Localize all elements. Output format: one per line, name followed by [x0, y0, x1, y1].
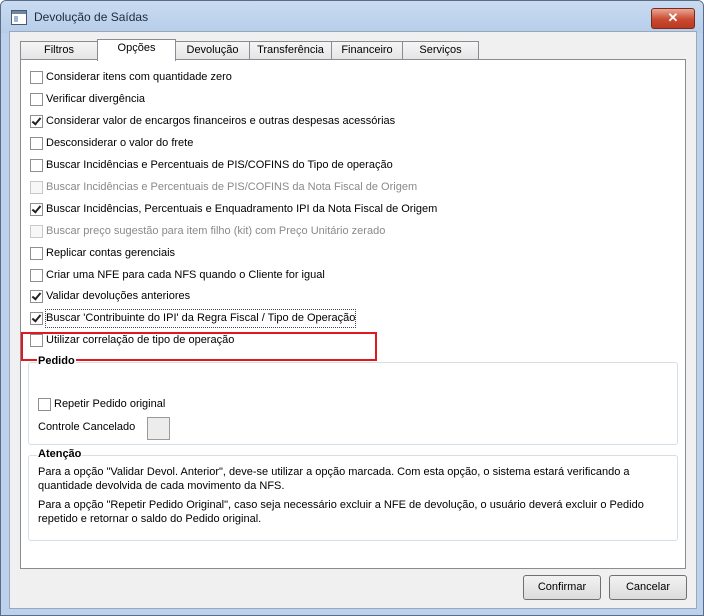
controle-cancelado-color-picker[interactable]	[147, 417, 170, 440]
checkbox[interactable]	[30, 137, 43, 150]
atencao-note-repetir: Para a opção "Repetir Pedido Original", …	[38, 499, 644, 525]
atencao-group: Atenção Para a opção "Validar Devol. Ant…	[28, 448, 678, 541]
option-label: Utilizar correlação de tipo de operação	[46, 334, 235, 346]
checkbox-disabled	[30, 225, 43, 238]
checkbox-disabled	[30, 181, 43, 194]
option-label: Desconsiderar o valor do frete	[46, 137, 194, 149]
pedido-group-title: Pedido	[37, 355, 76, 367]
checkbox[interactable]	[30, 159, 43, 172]
tab-financeiro[interactable]: Financeiro	[331, 41, 403, 60]
dialog-client-area: Filtros Opções Devolução Transferência F…	[9, 31, 697, 609]
option-label: Repetir Pedido original	[54, 398, 166, 410]
checkbox[interactable]	[38, 398, 51, 411]
checkbox-checked[interactable]	[30, 312, 43, 325]
close-button[interactable]: ✕	[651, 8, 695, 29]
option-label: Buscar 'Contribuinte do IPI' da Regra Fi…	[44, 309, 357, 328]
tab-servicos[interactable]: Serviços	[402, 41, 479, 60]
checkbox[interactable]	[30, 247, 43, 260]
dialog-window: Devolução de Saídas ✕ Filtros Opções Dev…	[0, 0, 704, 616]
checkbox-checked[interactable]	[30, 290, 43, 303]
tab-devolucao[interactable]: Devolução	[175, 41, 250, 60]
option-label: Validar devoluções anteriores	[46, 290, 191, 302]
title-bar[interactable]: Devolução de Saídas ✕	[1, 1, 703, 33]
atencao-note-validar: Para a opção "Validar Devol. Anterior", …	[38, 466, 630, 492]
option-label: Considerar valor de encargos financeiros…	[46, 115, 396, 127]
cancel-button[interactable]: Cancelar	[609, 575, 687, 600]
option-label: Buscar Incidências e Percentuais de PIS/…	[46, 159, 393, 171]
confirm-button[interactable]: Confirmar	[523, 575, 601, 600]
checkbox-checked[interactable]	[30, 203, 43, 216]
tab-filtros[interactable]: Filtros	[20, 41, 98, 60]
option-label: Verificar divergência	[46, 93, 146, 105]
option-label: Buscar Incidências e Percentuais de PIS/…	[46, 181, 418, 193]
window-title: Devolução de Saídas	[34, 10, 149, 24]
option-label: Criar uma NFE para cada NFS quando o Cli…	[46, 269, 325, 281]
options-panel: Considerar itens com quantidade zero Ver…	[20, 59, 686, 569]
checkbox[interactable]	[30, 334, 43, 347]
tab-transferencia[interactable]: Transferência	[249, 41, 332, 60]
checkbox[interactable]	[30, 93, 43, 106]
pedido-group: Pedido Repetir Pedido original Controle …	[28, 355, 678, 445]
checkbox[interactable]	[30, 71, 43, 84]
tab-opcoes[interactable]: Opções	[97, 39, 176, 61]
option-label: Buscar preço sugestão para item filho (k…	[46, 225, 386, 237]
atencao-group-title: Atenção	[37, 448, 83, 460]
checkbox-checked[interactable]	[30, 115, 43, 128]
option-label: Replicar contas gerenciais	[46, 247, 176, 259]
option-label: Buscar Incidências, Percentuais e Enquad…	[46, 203, 438, 215]
controle-cancelado-label: Controle Cancelado	[38, 421, 136, 433]
option-label: Considerar itens com quantidade zero	[46, 71, 232, 83]
checkbox[interactable]	[30, 269, 43, 282]
window-icon	[11, 10, 27, 25]
